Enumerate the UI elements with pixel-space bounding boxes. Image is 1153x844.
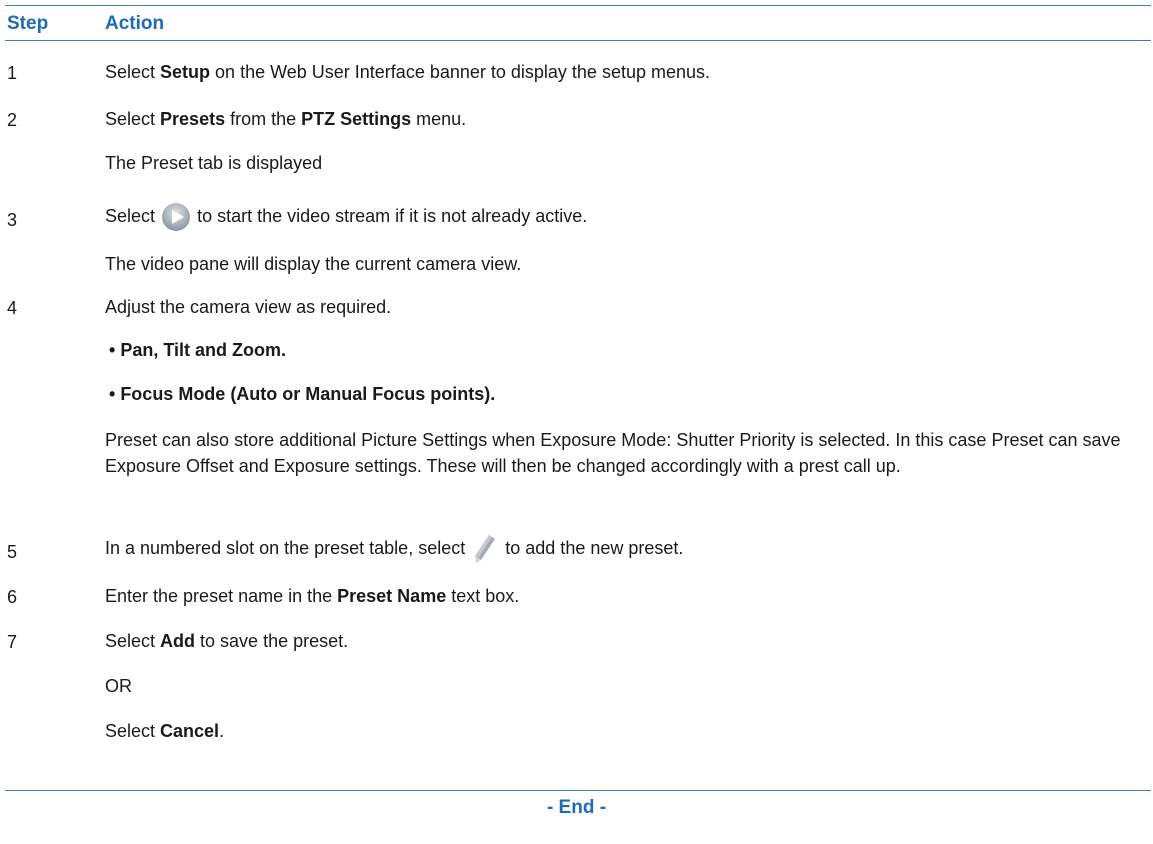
play-button-icon (162, 203, 191, 231)
header-step: Step (7, 13, 49, 34)
step-note: The video pane will display the current … (105, 254, 522, 274)
bullet-item: • Pan, Tilt and Zoom. (109, 340, 286, 360)
step-alternative: Select Cancel. (105, 721, 225, 741)
step-action: Select Presets from the PTZ Settings men… (105, 109, 467, 129)
step-number: 5 (7, 542, 18, 562)
top-rule (5, 5, 1151, 6)
step-action: Select Setup on the Web User Interface b… (105, 62, 711, 82)
step-number: 1 (7, 63, 18, 83)
bottom-rule (5, 790, 1151, 791)
step-action: Select to start the video stream if it i… (105, 201, 587, 233)
ui-term: Cancel (160, 721, 220, 741)
step-or: OR (105, 676, 132, 696)
step-number: 4 (7, 298, 18, 318)
header-action: Action (105, 13, 165, 34)
bullet-item: • Focus Mode (Auto or Manual Focus point… (109, 384, 496, 404)
ui-term: Add (160, 631, 196, 651)
step-action: In a numbered slot on the preset table, … (105, 533, 683, 565)
step-action: Enter the preset name in the Preset Name… (105, 586, 520, 606)
step-number: 6 (7, 587, 18, 607)
end-marker: - End - (546, 797, 607, 818)
step-action: Select Add to save the preset. (105, 631, 349, 651)
step-note: The Preset tab is displayed (105, 153, 323, 173)
step-number: 7 (7, 632, 18, 652)
ui-term: PTZ Settings (301, 109, 412, 129)
step-number: 2 (7, 110, 18, 130)
step-note: Preset can also store additional Picture… (105, 430, 1121, 476)
ui-term: Presets (160, 109, 226, 129)
ui-term: Setup (160, 62, 211, 82)
step-action: Adjust the camera view as required. (105, 297, 392, 317)
pencil-edit-icon (475, 535, 496, 563)
step-number: 3 (7, 210, 18, 230)
header-rule (5, 40, 1151, 41)
ui-term: Preset Name (337, 586, 447, 606)
